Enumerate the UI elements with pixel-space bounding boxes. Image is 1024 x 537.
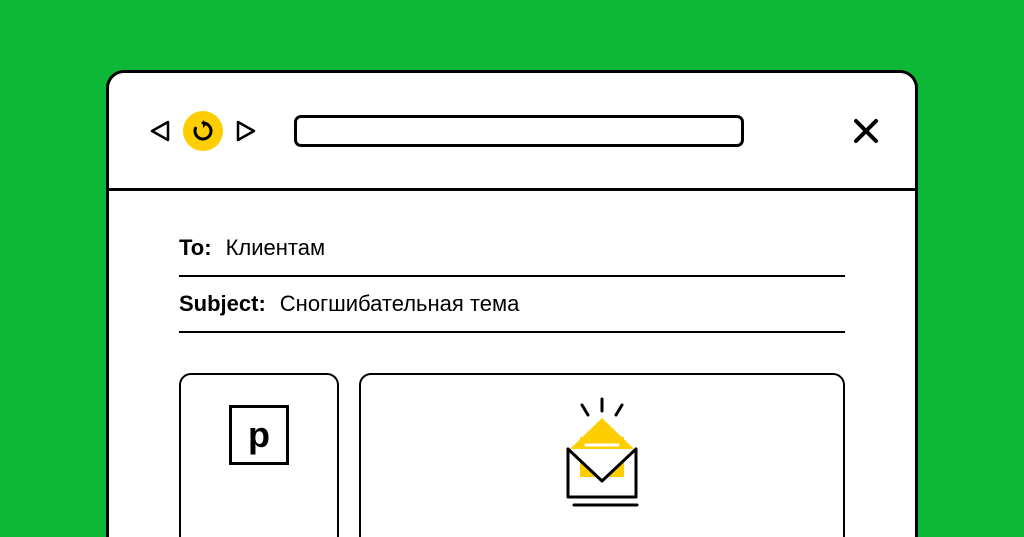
compose-area: To: Клиентам Subject: Сногшибательная те… — [109, 191, 915, 537]
body-panels: p — [179, 373, 845, 537]
address-bar[interactable] — [294, 115, 744, 147]
refresh-button[interactable] — [183, 111, 223, 151]
to-field-row[interactable]: To: Клиентам — [179, 221, 845, 277]
triangle-right-icon — [236, 120, 256, 142]
subject-field-row[interactable]: Subject: Сногшибательная тема — [179, 277, 845, 333]
subject-value: Сногшибательная тема — [280, 291, 520, 317]
logo-chip[interactable]: p — [229, 405, 289, 465]
close-icon — [853, 118, 879, 144]
preview-panel — [359, 373, 845, 537]
refresh-icon — [192, 120, 214, 142]
mail-open-icon — [542, 393, 662, 513]
to-value: Клиентам — [226, 235, 326, 261]
back-button[interactable] — [149, 120, 171, 142]
browser-window: To: Клиентам Subject: Сногшибательная те… — [106, 70, 918, 537]
sidebar-panel: p — [179, 373, 339, 537]
subject-label: Subject: — [179, 291, 266, 317]
toolbar — [109, 73, 915, 191]
logo-letter: p — [248, 414, 270, 456]
triangle-left-icon — [150, 120, 170, 142]
forward-button[interactable] — [235, 120, 257, 142]
close-button[interactable] — [852, 117, 880, 145]
to-label: To: — [179, 235, 212, 261]
